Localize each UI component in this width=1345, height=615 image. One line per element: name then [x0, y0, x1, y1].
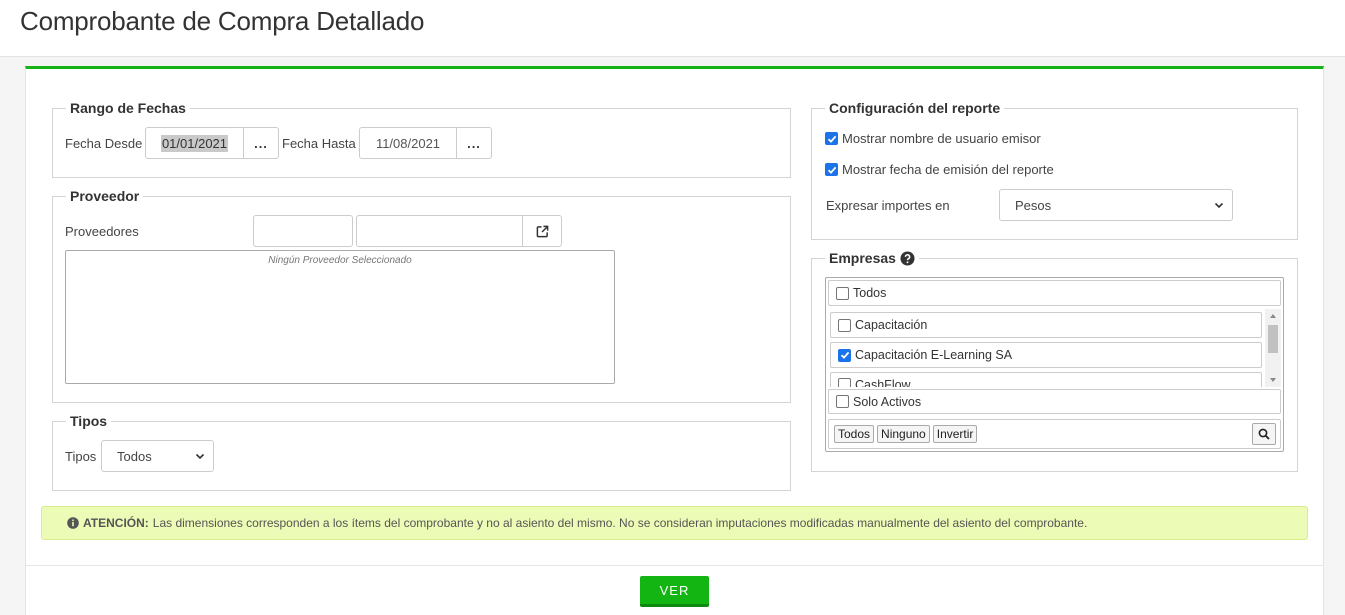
question-circle-icon[interactable] — [900, 250, 915, 266]
empresa-item-label: CashFlow — [855, 378, 911, 387]
fecha-desde-value[interactable]: 01/01/2021 — [160, 134, 229, 152]
tipos-legend: Tipos — [70, 413, 108, 429]
alert-text: Las dimensiones corresponden a los ítems… — [152, 516, 1088, 530]
proveedor-name-value[interactable] — [357, 216, 523, 246]
empresa-item-checkbox[interactable] — [838, 348, 851, 362]
page-header: Comprobante de Compra Detallado — [0, 0, 1345, 57]
chevron-down-icon — [1214, 202, 1224, 209]
opt-fecha-checkbox[interactable] — [825, 163, 838, 176]
solo-activos-label: Solo Activos — [853, 394, 922, 409]
empresa-item[interactable]: Capacitación E-Learning SA — [830, 342, 1262, 368]
invert-selection-button[interactable]: Invertir — [932, 425, 978, 443]
proveedores-label: Proveedores — [65, 224, 139, 239]
chevron-down-icon — [195, 453, 205, 460]
empresas-legend-text: Empresas — [829, 250, 896, 266]
empresa-item-label: Capacitación E-Learning SA — [855, 348, 1013, 362]
scrollbar-thumb[interactable] — [1268, 325, 1278, 353]
proveedor-list[interactable]: Ningún Proveedor Seleccionado — [65, 250, 615, 384]
proveedor-code-input[interactable] — [253, 215, 353, 247]
attention-alert: ATENCIÓN: Las dimensiones corresponden a… — [41, 506, 1308, 540]
fecha-desde-label: Fecha Desde — [65, 136, 143, 151]
opt-fecha-row[interactable]: Mostrar fecha de emisión del reporte — [825, 162, 1054, 177]
footer-divider — [26, 565, 1323, 566]
empresas-search-button[interactable] — [1252, 423, 1276, 445]
empresa-item-label: Capacitación — [855, 318, 928, 332]
fecha-desde-picker-button[interactable]: ... — [244, 128, 278, 158]
empresas-actions: Todos Ninguno Invertir — [828, 419, 1281, 449]
select-all-button[interactable]: Todos — [834, 425, 875, 443]
scroll-up-icon[interactable] — [1265, 309, 1281, 323]
proveedor-name-input[interactable] — [356, 215, 562, 247]
solo-activos-row[interactable]: Solo Activos — [828, 389, 1281, 414]
proveedor-empty-text: Ningún Proveedor Seleccionado — [268, 255, 412, 266]
tipos-label: Tipos — [65, 449, 97, 464]
external-link-icon — [536, 225, 548, 237]
importes-select[interactable]: Pesos — [999, 189, 1233, 221]
empresa-item-checkbox[interactable] — [838, 378, 851, 387]
tipos-selected: Todos — [117, 448, 152, 464]
proveedor-legend: Proveedor — [70, 188, 140, 204]
fecha-hasta-input[interactable]: 11/08/2021 ... — [359, 127, 492, 159]
empresas-scrollbar[interactable] — [1265, 309, 1281, 387]
empresas-list[interactable]: Capacitación Capacitación E-Learning SA … — [828, 309, 1281, 387]
empresas-todos-row[interactable]: Todos — [828, 280, 1281, 306]
scroll-down-icon[interactable] — [1265, 373, 1281, 387]
config-legend: Configuración del reporte — [829, 100, 1001, 116]
opt-usuario-row[interactable]: Mostrar nombre de usuario emisor — [825, 131, 1041, 146]
fechas-legend: Rango de Fechas — [70, 100, 186, 116]
alert-title: ATENCIÓN: — [83, 516, 149, 530]
fecha-hasta-value[interactable]: 11/08/2021 — [376, 136, 440, 151]
empresas-todos-label: Todos — [853, 286, 887, 300]
opt-fecha-label: Mostrar fecha de emisión del reporte — [842, 162, 1054, 177]
fecha-hasta-picker-button[interactable]: ... — [457, 128, 491, 158]
empresas-todos-checkbox[interactable] — [836, 286, 849, 300]
empresa-item-checkbox[interactable] — [838, 318, 851, 332]
importes-label: Expresar importes en — [826, 198, 950, 213]
opt-usuario-label: Mostrar nombre de usuario emisor — [842, 131, 1041, 146]
empresa-item[interactable]: CashFlow — [830, 372, 1262, 387]
ver-button[interactable]: VER — [640, 576, 709, 607]
info-circle-icon — [67, 517, 79, 529]
solo-activos-checkbox[interactable] — [836, 395, 849, 408]
page-title: Comprobante de Compra Detallado — [20, 6, 425, 36]
tipos-select[interactable]: Todos — [101, 440, 214, 472]
fecha-hasta-label: Fecha Hasta — [282, 136, 356, 151]
search-icon — [1258, 428, 1270, 440]
empresa-item[interactable]: Capacitación — [830, 312, 1262, 338]
empresas-legend: Empresas — [825, 250, 919, 266]
fecha-desde-input[interactable]: 01/01/2021 ... — [145, 127, 279, 159]
select-none-button[interactable]: Ninguno — [877, 425, 930, 443]
importes-selected: Pesos — [1015, 197, 1052, 213]
proveedor-open-button[interactable] — [523, 216, 561, 246]
opt-usuario-checkbox[interactable] — [825, 132, 838, 145]
